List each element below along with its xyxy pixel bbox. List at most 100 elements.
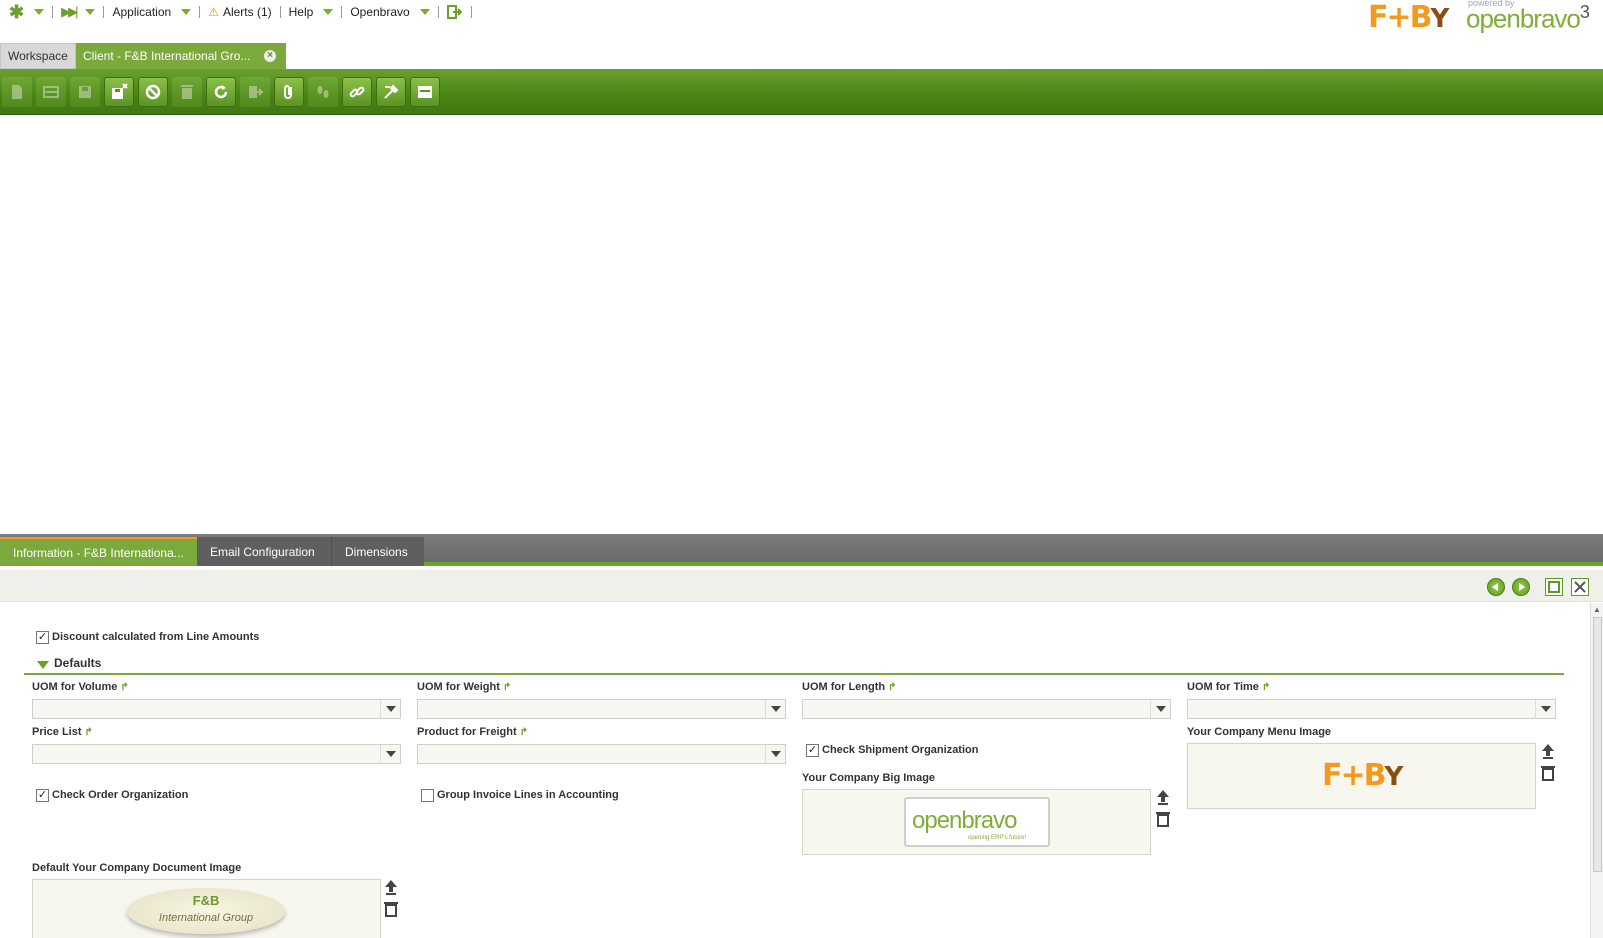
chevron-down-icon[interactable] (1535, 700, 1555, 718)
refresh-button[interactable] (206, 76, 236, 107)
tab-information[interactable]: Information - F&B Internationa... (0, 537, 197, 566)
save-button[interactable] (70, 76, 100, 107)
tab-email-configuration-label: Email Configuration (210, 544, 315, 559)
tab-information-label: Information - F&B Internationa... (13, 545, 184, 560)
upload-menu-image-button[interactable] (1540, 743, 1556, 759)
link-arrow-icon[interactable]: ↱ (888, 682, 896, 693)
link-arrow-icon[interactable]: ↱ (120, 682, 128, 693)
company-menu-image-logo: F+BY (1322, 758, 1403, 793)
openbravo-version: 3 (1579, 2, 1590, 22)
client-logo: F+BY (1368, 0, 1449, 35)
undo-button[interactable] (138, 76, 168, 107)
tab-workspace-label: Workspace (8, 49, 68, 63)
uom-length-select[interactable] (802, 699, 1171, 719)
trash-icon (1156, 812, 1170, 827)
trash-icon (1541, 766, 1555, 781)
uom-weight-select[interactable] (417, 699, 786, 719)
link-arrow-icon[interactable]: ↱ (85, 727, 93, 738)
new-row-button[interactable] (36, 76, 66, 107)
tab-client[interactable]: Client - F&B International Gro... × (76, 43, 286, 69)
link-arrow-icon[interactable]: ↱ (503, 682, 511, 693)
refresh-icon (214, 84, 228, 98)
price-list-select[interactable] (32, 744, 401, 764)
previous-record-button[interactable] (1487, 578, 1505, 596)
attachment-button[interactable] (274, 76, 304, 107)
scrollbar-thumb[interactable] (1593, 617, 1602, 872)
footprints-icon (317, 85, 329, 98)
quick-launch[interactable]: ✱ (9, 0, 45, 24)
chevron-down-icon[interactable] (765, 700, 785, 718)
company-menu-image-box[interactable]: F+BY (1187, 743, 1536, 809)
asterisk-icon: ✱ (9, 1, 25, 22)
uom-time-select[interactable] (1187, 699, 1556, 719)
chevron-down-icon[interactable] (380, 745, 400, 763)
logout-button[interactable] (446, 0, 463, 24)
uom-volume-select[interactable] (32, 699, 401, 719)
defaults-section-header[interactable]: Defaults (24, 653, 1564, 675)
form-scrollbar[interactable]: ▲ (1590, 603, 1603, 938)
check-order-org-checkbox[interactable]: ✓ (36, 789, 49, 802)
toggle-view-button[interactable] (410, 76, 440, 107)
company-menu-image-label: Your Company Menu Image (1187, 726, 1332, 738)
chevron-down-icon[interactable] (765, 745, 785, 763)
discount-line-amounts-checkbox[interactable]: ✓ (36, 631, 49, 644)
link-arrow-icon[interactable]: ↱ (1262, 682, 1270, 693)
chevron-down-icon[interactable] (419, 9, 430, 15)
product-freight-select[interactable] (417, 744, 786, 764)
top-navbar: ✱ ▶▶| Application ⚠ Alerts (1) Help Open… (0, 0, 1603, 24)
link-arrow-icon[interactable]: ↱ (520, 727, 528, 738)
doc-image-line2: International Group (158, 912, 254, 924)
close-icon[interactable]: × (264, 50, 276, 62)
delete-menu-image-button[interactable] (1540, 765, 1556, 781)
wrench-icon (384, 84, 399, 99)
upload-doc-image-button[interactable] (383, 879, 399, 895)
save-close-button[interactable] (104, 76, 134, 107)
link-button[interactable] (342, 76, 372, 107)
check-shipment-org-checkbox[interactable]: ✓ (806, 744, 819, 757)
tab-email-configuration[interactable]: Email Configuration (197, 537, 332, 566)
warning-icon: ⚠ (208, 5, 219, 19)
audit-trail-button[interactable] (308, 76, 338, 107)
chevron-down-icon[interactable] (34, 9, 45, 15)
default-doc-image-box[interactable]: F&B International Group (32, 879, 381, 938)
cancel-icon (145, 84, 161, 99)
tab-workspace[interactable]: Workspace (0, 43, 76, 69)
form-view-icon (418, 85, 432, 98)
recent-views[interactable]: ▶▶| (61, 0, 96, 24)
uom-weight-label: UOM for Weight ↱ (417, 681, 511, 693)
tools-button[interactable] (376, 76, 406, 107)
fb-international-logo: F&B International Group (127, 888, 285, 934)
delete-button[interactable] (172, 76, 202, 107)
collapse-triangle-icon[interactable] (37, 661, 49, 669)
company-big-image-box[interactable]: openbravo opening ERP's future! (802, 789, 1151, 855)
next-record-button[interactable] (1512, 578, 1530, 596)
close-form-button[interactable] (1571, 578, 1589, 596)
application-menu[interactable]: Application (112, 0, 192, 24)
delete-big-image-button[interactable] (1155, 811, 1171, 827)
user-menu-label: Openbravo (350, 5, 410, 19)
chevron-down-icon[interactable] (380, 700, 400, 718)
upload-icon (385, 880, 397, 895)
chevron-down-icon[interactable] (1150, 700, 1170, 718)
alerts-label: Alerts (1) (222, 5, 272, 19)
chevron-down-icon[interactable] (323, 9, 334, 15)
maximize-button[interactable] (1545, 578, 1563, 596)
uom-time-label-text: UOM for Time (1187, 681, 1259, 693)
price-list-label: Price List ↱ (32, 726, 93, 738)
help-menu-label: Help (288, 5, 314, 19)
tab-dimensions[interactable]: Dimensions (332, 537, 424, 566)
alerts-link[interactable]: ⚠ Alerts (1) (208, 0, 271, 24)
export-button[interactable] (240, 76, 270, 107)
new-document-button[interactable] (2, 76, 32, 107)
chevron-down-icon[interactable] (181, 9, 192, 15)
upload-big-image-button[interactable] (1155, 789, 1171, 805)
openbravo-logo-image: openbravo opening ERP's future! (904, 797, 1050, 847)
main-tabbar: Workspace Client - F&B International Gro… (0, 43, 1603, 69)
user-menu[interactable]: Openbravo (350, 0, 430, 24)
grid-icon (43, 85, 59, 98)
delete-doc-image-button[interactable] (383, 901, 399, 917)
chevron-down-icon[interactable] (85, 9, 96, 15)
group-invoice-lines-checkbox[interactable] (421, 789, 434, 802)
help-menu[interactable]: Help (289, 0, 334, 24)
scroll-up-icon[interactable]: ▲ (1593, 605, 1601, 614)
